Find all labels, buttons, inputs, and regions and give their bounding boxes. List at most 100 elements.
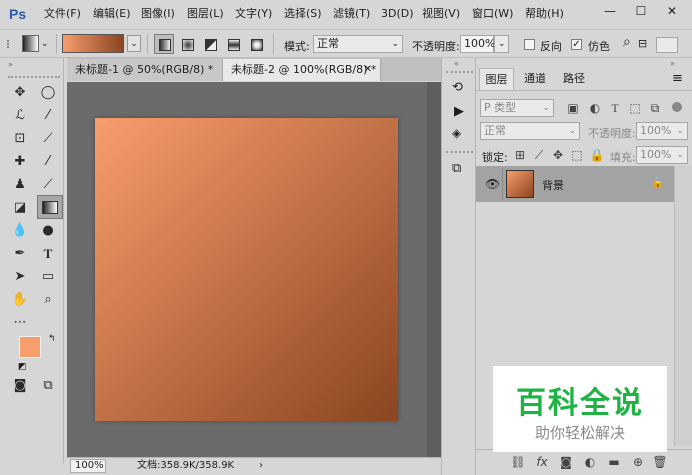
status-menu-arrow-icon[interactable]: › — [259, 458, 263, 474]
gradient-editor-swatch[interactable] — [62, 34, 124, 53]
layer-row-background[interactable]: 👁 背景 🔒 — [476, 166, 674, 202]
menu-filter[interactable]: 滤镜(T) — [333, 7, 370, 21]
pen-tool-icon[interactable]: ✒ — [9, 244, 31, 264]
menu-3d[interactable]: 3D(D) — [381, 7, 414, 21]
menu-file[interactable]: 文件(F) — [44, 7, 81, 21]
clone-stamp-tool-icon[interactable]: ♟ — [9, 175, 31, 195]
tab-layers[interactable]: 图层 — [479, 68, 514, 90]
layer-style-fx-icon[interactable]: fx — [534, 454, 550, 470]
opacity-input[interactable]: 100% — [460, 35, 495, 53]
diamond-gradient-button[interactable] — [246, 34, 266, 54]
blend-mode-select[interactable]: 正常 ⌄ — [480, 122, 580, 140]
filter-smart-object-icon[interactable]: ⧉ — [647, 100, 663, 116]
move-tool-icon[interactable]: ✥ — [9, 83, 31, 103]
zoom-tool-icon[interactable]: ⌕ — [37, 290, 59, 310]
reflected-gradient-button[interactable] — [223, 34, 243, 54]
history-icon[interactable]: ⟲ — [452, 80, 463, 95]
actions-play-icon[interactable]: ▶ — [454, 104, 464, 119]
history-brush-tool-icon[interactable]: ⟋ — [37, 175, 59, 195]
screen-mode-icon[interactable]: ⧉ — [37, 376, 59, 396]
collapse-arrows-icon[interactable]: » — [8, 60, 13, 69]
visibility-eye-icon[interactable]: 👁 — [485, 177, 500, 191]
add-mask-icon[interactable]: ◙ — [558, 454, 574, 470]
reverse-checkbox[interactable] — [524, 39, 535, 50]
dither-checkbox[interactable]: ✓ — [571, 39, 582, 50]
menu-layer[interactable]: 图层(L) — [187, 7, 224, 21]
filter-adjustment-icon[interactable]: ◐ — [587, 100, 603, 116]
lasso-tool-icon[interactable]: ℒ — [9, 106, 31, 126]
type-tool-icon[interactable]: T — [37, 244, 59, 264]
lock-artboard-icon[interactable]: ⬚ — [569, 147, 585, 163]
crop-tool-icon[interactable]: ⊡ — [9, 129, 31, 149]
swap-colors-icon[interactable]: ↰ — [48, 334, 56, 344]
adjustment-layer-icon[interactable]: ◐ — [582, 454, 598, 470]
document-canvas[interactable] — [95, 118, 398, 421]
magic-wand-tool-icon[interactable]: ⁄ — [37, 106, 59, 126]
mode-select[interactable]: 正常 ⌄ — [313, 35, 403, 53]
eyedropper-tool-icon[interactable]: ⟋ — [37, 129, 59, 149]
linear-gradient-button[interactable] — [154, 34, 174, 54]
layer-opacity-input[interactable]: 100% ⌄ — [636, 122, 688, 140]
menu-image[interactable]: 图像(I) — [141, 7, 175, 21]
angle-gradient-button[interactable] — [200, 34, 220, 54]
foreground-color-swatch[interactable] — [19, 336, 41, 358]
tab-document-1[interactable]: 未标题-1 @ 50%(RGB/8) * — [67, 59, 223, 81]
opacity-dropdown-chevron-icon[interactable]: ⌄ — [494, 35, 509, 53]
properties-icon[interactable]: ◈ — [452, 126, 461, 140]
maximize-button[interactable]: ☐ — [627, 0, 655, 22]
new-group-folder-icon[interactable]: ▬ — [606, 454, 622, 470]
filter-type-icon[interactable]: T — [607, 100, 623, 116]
layer-thumbnail[interactable] — [506, 170, 534, 198]
hand-tool-icon[interactable]: ✋ — [9, 290, 31, 310]
vertical-scrollbar[interactable] — [427, 82, 441, 457]
lock-transparent-icon[interactable]: ⊞ — [512, 147, 528, 163]
tab-document-2[interactable]: 未标题-2 @ 100%(RGB/8) * ✕ — [223, 59, 381, 81]
rectangle-tool-icon[interactable]: ▭ — [37, 267, 59, 287]
layer-kind-filter-select[interactable]: P 类型 ⌄ — [480, 99, 554, 117]
character-panel-icon[interactable]: ⧉ — [452, 161, 461, 176]
more-tools-icon[interactable]: ⋯ — [9, 313, 31, 333]
collapse-arrows-icon[interactable]: « — [454, 59, 459, 68]
blur-tool-icon[interactable]: 💧 — [9, 221, 31, 241]
default-colors-icon[interactable]: ◩ — [18, 362, 27, 372]
gradient-tool-icon[interactable] — [37, 195, 63, 219]
menu-edit[interactable]: 编辑(E) — [93, 7, 131, 21]
chevron-down-icon[interactable]: ⌄ — [41, 39, 49, 49]
layers-scrollbar[interactable] — [674, 166, 692, 446]
menu-type[interactable]: 文字(Y) — [235, 7, 272, 21]
tab-paths[interactable]: 路径 — [556, 68, 592, 90]
link-layers-icon[interactable]: ⛓ — [510, 454, 526, 470]
eraser-tool-icon[interactable]: ◪ — [9, 198, 31, 218]
filter-shape-icon[interactable]: ⬚ — [627, 100, 643, 116]
close-tab-icon[interactable]: ✕ — [364, 59, 372, 81]
menu-help[interactable]: 帮助(H) — [525, 7, 564, 21]
layer-name[interactable]: 背景 — [542, 177, 564, 193]
menu-select[interactable]: 选择(S) — [284, 7, 322, 21]
ellipse-marquee-tool-icon[interactable]: ◯ — [37, 83, 59, 103]
quick-mask-icon[interactable]: ◙ — [9, 376, 31, 396]
workspace-switcher-icon[interactable]: ⊟ — [638, 37, 647, 50]
radial-gradient-button[interactable] — [177, 34, 197, 54]
menu-view[interactable]: 视图(V) — [422, 7, 460, 21]
path-selection-tool-icon[interactable]: ➤ — [9, 267, 31, 287]
panel-menu-icon[interactable]: ≡ — [672, 71, 683, 86]
lock-position-icon[interactable]: ✥ — [550, 147, 566, 163]
search-icon[interactable]: ⌕ — [623, 34, 631, 50]
workspace-select[interactable] — [656, 37, 678, 53]
layer-locked-icon[interactable]: 🔒 — [651, 176, 665, 189]
tab-channels[interactable]: 通道 — [516, 68, 554, 90]
new-layer-icon[interactable]: ⊕ — [630, 454, 646, 470]
lock-all-icon[interactable]: 🔒 — [589, 147, 605, 163]
close-button[interactable]: ✕ — [658, 0, 686, 22]
filter-pixel-icon[interactable]: ▣ — [565, 100, 581, 116]
spot-healing-tool-icon[interactable]: ✚ — [9, 152, 31, 172]
lock-pixels-brush-icon[interactable]: ⟋ — [531, 147, 547, 163]
delete-layer-trash-icon[interactable]: 🗑 — [652, 454, 668, 470]
filter-toggle-icon[interactable] — [672, 102, 682, 112]
zoom-level-field[interactable]: 100% — [70, 459, 106, 473]
dodge-tool-icon[interactable]: ● — [37, 221, 59, 241]
collapse-arrows-icon[interactable]: » — [670, 59, 675, 68]
minimize-button[interactable]: — — [596, 0, 624, 22]
gradient-picker-chevron-icon[interactable]: ⌄ — [127, 35, 141, 52]
gradient-tool-preset-icon[interactable] — [22, 35, 39, 52]
